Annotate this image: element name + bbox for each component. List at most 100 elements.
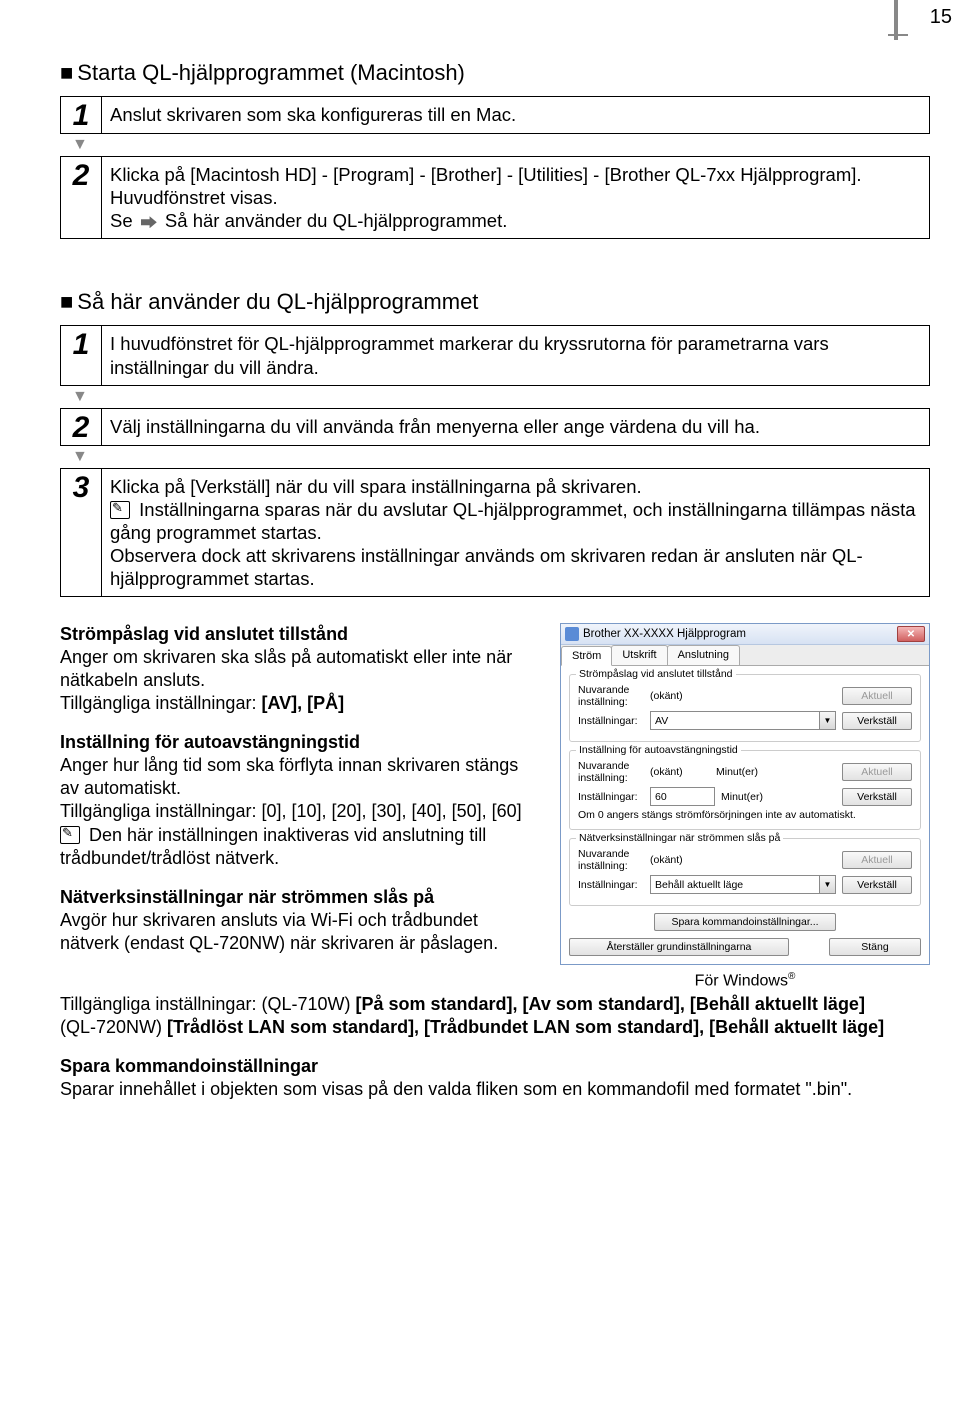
section2-title-text: Så här använder du QL-hjälpprogrammet (77, 289, 478, 315)
step-number-2: 2 (61, 157, 102, 238)
close-button[interactable]: ✕ (897, 626, 925, 642)
aterstaller-button[interactable]: Återställer grundinställningarna (569, 938, 789, 956)
arrow-down-icon: ▼ (72, 388, 930, 406)
step-number-1: 1 (61, 326, 102, 384)
auto-note: Den här inställningen inaktiveras vid an… (60, 825, 486, 868)
group-natverk: Nätverksinställningar när strömmen slås … (569, 838, 921, 906)
natverk-body: Avgör hur skrivaren ansluts via Wi-Fi oc… (60, 910, 498, 953)
verkstall-button[interactable]: Verkställ (842, 876, 912, 894)
step3-main: Klicka på [Verkställ] när du vill spara … (110, 476, 642, 497)
aktuell-button[interactable]: Aktuell (842, 763, 912, 781)
spara-heading: Spara kommandoinställningar (60, 1056, 318, 1076)
spara-kommando-button[interactable]: Spara kommandoinställningar... (654, 913, 835, 931)
verkstall-button[interactable]: Verkställ (842, 788, 912, 806)
legend: Nätverksinställningar när strömmen slås … (576, 832, 783, 844)
current-value: (okänt) (650, 690, 836, 702)
step-body: I huvudfönstret för QL-hjälpprogrammet m… (102, 326, 929, 384)
window-title: Brother XX-XXXX Hjälpprogram (583, 628, 897, 640)
settings-descriptions: Strömpåslag vid anslutet tillstånd Anger… (60, 623, 536, 990)
current-label: Nuvarande inställning: (578, 684, 644, 708)
step3-note: Inställningarna sparas när du avslutar Q… (110, 499, 916, 589)
aktuell-button[interactable]: Aktuell (842, 851, 912, 869)
step-number-1: 1 (61, 97, 102, 133)
legend: Inställning för autoavstängningstid (576, 744, 741, 756)
step2-sub2-pre: Se (110, 210, 133, 231)
square-bullet-icon: ■ (60, 60, 73, 86)
setting-label: Inställningar: (578, 715, 644, 727)
strom-avail: Tillgängliga inställningar: (60, 693, 256, 713)
caption-sup: ® (788, 971, 795, 982)
chevron-down-icon: ▼ (819, 876, 835, 893)
section2-step1: 1 I huvudfönstret för QL-hjälpprogrammet… (60, 325, 930, 385)
arrow-down-icon: ▼ (72, 448, 930, 466)
step2-sub2-post: Så här använder du QL-hjälpprogrammet. (165, 210, 507, 231)
lage-dropdown[interactable]: Behåll aktuellt läge ▼ (650, 875, 836, 894)
step-number-2: 2 (61, 409, 102, 445)
section1-title: ■ Starta QL-hjälpprogrammet (Macintosh) (60, 60, 930, 86)
step2-main: Klicka på [Macintosh HD] - [Program] - [… (110, 164, 862, 185)
setting-label: Inställningar: (578, 879, 644, 891)
dropdown-value: Behåll aktuellt läge (651, 879, 819, 891)
step-body: Klicka på [Macintosh HD] - [Program] - [… (102, 157, 929, 238)
note-icon (110, 501, 130, 519)
section2-title: ■ Så här använder du QL-hjälpprogrammet (60, 289, 930, 315)
square-bullet-icon: ■ (60, 289, 73, 315)
chevron-down-icon: ▼ (819, 712, 835, 729)
current-value: (okänt) (650, 854, 836, 866)
spara-body: Sparar innehållet i objekten som visas p… (60, 1079, 852, 1099)
section1-step1: 1 Anslut skrivaren som ska konfigureras … (60, 96, 930, 134)
natverk-avail: Tillgängliga inställningar: (60, 994, 256, 1014)
app-icon (565, 627, 579, 641)
screenshot-caption: För Windows® (560, 971, 930, 990)
natverk-heading: Nätverksinställningar när strömmen slås … (60, 887, 434, 907)
arrow-down-icon: ▼ (72, 136, 930, 154)
av-dropdown[interactable]: AV ▼ (650, 711, 836, 730)
arrow-right-icon (141, 216, 157, 228)
section1-title-text: Starta QL-hjälpprogrammet (Macintosh) (77, 60, 465, 86)
strom-body: Anger om skrivaren ska slås på automatis… (60, 647, 512, 690)
group-autoavstangning: Inställning för autoavstängningstid Nuva… (569, 750, 921, 830)
tab-strom[interactable]: Ström (561, 646, 612, 666)
auto-heading: Inställning för autoavstängningstid (60, 732, 360, 752)
setting-label: Inställningar: (578, 791, 644, 803)
note-icon (60, 826, 80, 844)
verkstall-button[interactable]: Verkställ (842, 712, 912, 730)
aktuell-button[interactable]: Aktuell (842, 687, 912, 705)
group-strompaslag: Strömpåslag vid anslutet tillstånd Nuvar… (569, 674, 921, 742)
legend: Strömpåslag vid anslutet tillstånd (576, 668, 736, 680)
section2-step3: 3 Klicka på [Verkställ] när du vill spar… (60, 468, 930, 598)
minutes-input[interactable]: 60 (650, 787, 715, 806)
unit-label: Minut(er) (716, 766, 836, 778)
unit-label: Minut(er) (721, 791, 836, 803)
step2-sub1: Huvudfönstret visas. (110, 187, 278, 208)
titlebar: Brother XX-XXXX Hjälpprogram ✕ (561, 624, 929, 645)
strom-opts: [AV], [PÅ] (261, 693, 344, 713)
current-label: Nuvarande inställning: (578, 848, 644, 872)
strom-heading: Strömpåslag vid anslutet tillstånd (60, 624, 348, 644)
step-body: Välj inställningarna du vill använda frå… (102, 409, 929, 445)
natverk-l2-opts: [Trådlöst LAN som standard], [Trådbundet… (167, 1017, 884, 1037)
dropdown-value: AV (651, 715, 819, 727)
step-body: Klicka på [Verkställ] när du vill spara … (102, 469, 929, 597)
current-value: (okänt) (650, 766, 710, 778)
step-body: Anslut skrivaren som ska konfigureras ti… (102, 97, 929, 133)
caption-pre: För Windows (695, 973, 788, 990)
tab-bar: Ström Utskrift Anslutning (561, 645, 929, 666)
tab-anslutning[interactable]: Anslutning (667, 645, 740, 665)
auto-opts: [0], [10], [20], [30], [40], [50], [60] (261, 801, 521, 821)
natverk-l1-opts: [På som standard], [Av som standard], [B… (356, 994, 865, 1014)
natverk-l2-pre: (QL-720NW) (60, 1017, 162, 1037)
current-label: Nuvarande inställning: (578, 760, 644, 784)
tab-utskrift[interactable]: Utskrift (611, 645, 667, 665)
auto-avail: Tillgängliga inställningar: (60, 801, 256, 821)
page-number: 15 (930, 6, 952, 29)
stang-button[interactable]: Stäng (829, 938, 921, 956)
section1-step2: 2 Klicka på [Macintosh HD] - [Program] -… (60, 156, 930, 239)
windows-screenshot: Brother XX-XXXX Hjälpprogram ✕ Ström Uts… (560, 623, 930, 990)
auto-body: Anger hur lång tid som ska förflyta inna… (60, 755, 518, 798)
header-divider-horiz (888, 34, 908, 36)
hint-text: Om 0 angers stängs strömförsörjningen in… (578, 809, 912, 821)
section2-step2: 2 Välj inställningarna du vill använda f… (60, 408, 930, 446)
natverk-l1-pre: (QL-710W) (261, 994, 350, 1014)
step-number-3: 3 (61, 469, 102, 597)
